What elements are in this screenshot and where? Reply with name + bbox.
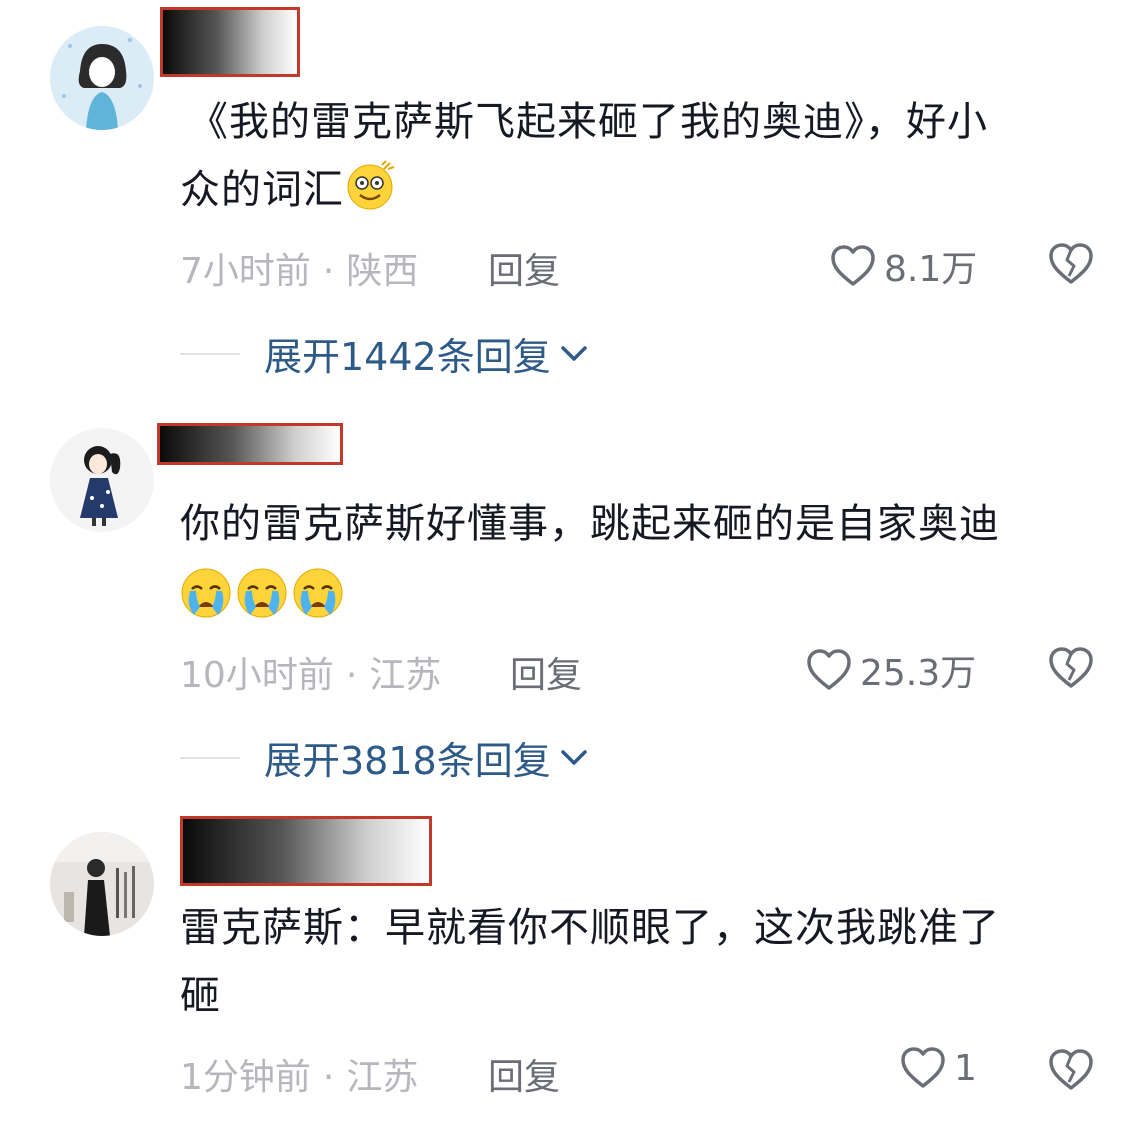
expand-replies-2-label: 展开3818条回复 (264, 739, 551, 783)
user-avatar-3[interactable] (50, 832, 154, 936)
comment-text-1-line1: 《我的雷克萨斯飞起来砸了我的奥迪》，好小 (188, 99, 988, 145)
like-button-1[interactable]: 8.1万 (830, 240, 977, 292)
meta-separator: · (322, 1057, 335, 1098)
like-count-3: 1 (954, 1047, 977, 1089)
reply-button-2[interactable]: 回复 (510, 646, 582, 698)
dislike-button-1[interactable] (1048, 242, 1094, 290)
crying-face-emoji-icon (237, 568, 287, 618)
comment-text-3: 雷克萨斯：早就看你不顺眼了，这次我跳准了 砸 (180, 894, 1090, 1030)
like-count-2: 25.3万 (860, 653, 977, 694)
heart-icon (807, 649, 851, 690)
redacted-username-1 (160, 7, 300, 77)
meta-separator: · (322, 251, 335, 292)
comment-meta-2: 10小时前 · 江苏 (180, 646, 441, 698)
comment-location-3: 江苏 (346, 1057, 419, 1098)
comment-location-2: 江苏 (369, 655, 442, 696)
expand-replies-1-label: 展开1442条回复 (264, 335, 551, 379)
broken-heart-icon (1049, 243, 1093, 284)
like-button-2[interactable]: 25.3万 (806, 644, 976, 696)
crying-face-emoji-icon (181, 568, 231, 618)
chevron-down-icon (560, 749, 587, 765)
comment-meta-3: 1分钟前 · 江苏 (180, 1048, 418, 1100)
comment-text-3-line1: 雷克萨斯：早就看你不顺眼了，这次我跳准了 (180, 905, 1000, 951)
expand-replies-2[interactable]: 展开3818条回复 (180, 730, 589, 785)
redacted-username-2 (157, 423, 343, 465)
user-avatar-2[interactable] (50, 428, 154, 532)
dislike-button-3[interactable] (1048, 1048, 1094, 1096)
comment-location-1: 陕西 (346, 251, 419, 292)
reply-button-3[interactable]: 回复 (488, 1048, 560, 1100)
comment-meta-1: 7小时前 · 陕西 (180, 242, 418, 294)
chevron-down-icon (560, 345, 587, 361)
broken-heart-icon (1049, 1049, 1093, 1090)
meta-separator: · (345, 655, 358, 696)
expand-replies-1[interactable]: 展开1442条回复 (180, 326, 589, 381)
comment-text-3-line2: 砸 (180, 973, 221, 1019)
crying-emoji-row (180, 564, 1090, 632)
like-count-1: 8.1万 (884, 249, 978, 290)
dizzy-smile-emoji-icon (347, 160, 395, 210)
comment-time-1: 7小时前 (180, 251, 311, 292)
redacted-username-3 (180, 816, 432, 886)
dislike-button-2[interactable] (1048, 646, 1094, 694)
avatar-1-image (50, 26, 154, 130)
user-avatar-1[interactable] (50, 26, 154, 130)
crying-face-emoji-icon (293, 568, 343, 618)
avatar-2-image (50, 428, 154, 532)
comment-text-2-line1: 你的雷克萨斯好懂事，跳起来砸的是自家奥迪 (180, 501, 1000, 547)
heart-icon (901, 1047, 945, 1088)
broken-heart-icon (1049, 647, 1093, 688)
like-button-3[interactable]: 1 (900, 1046, 977, 1090)
expand-divider (180, 352, 240, 355)
expand-divider (180, 756, 240, 759)
comment-text-1: 《我的雷克萨斯飞起来砸了我的奥迪》，好小 众的词汇 (180, 88, 1090, 224)
avatar-3-image (50, 832, 154, 936)
comment-text-1-line2: 众的词汇 (180, 167, 344, 213)
comment-time-2: 10小时前 (180, 655, 334, 696)
comment-text-2: 你的雷克萨斯好懂事，跳起来砸的是自家奥迪 (180, 490, 1090, 632)
reply-button-1[interactable]: 回复 (488, 242, 560, 294)
comment-time-3: 1分钟前 (180, 1057, 311, 1098)
comment-text-1-line2-wrap: 众的词汇 (180, 156, 1090, 224)
heart-icon (831, 245, 875, 286)
